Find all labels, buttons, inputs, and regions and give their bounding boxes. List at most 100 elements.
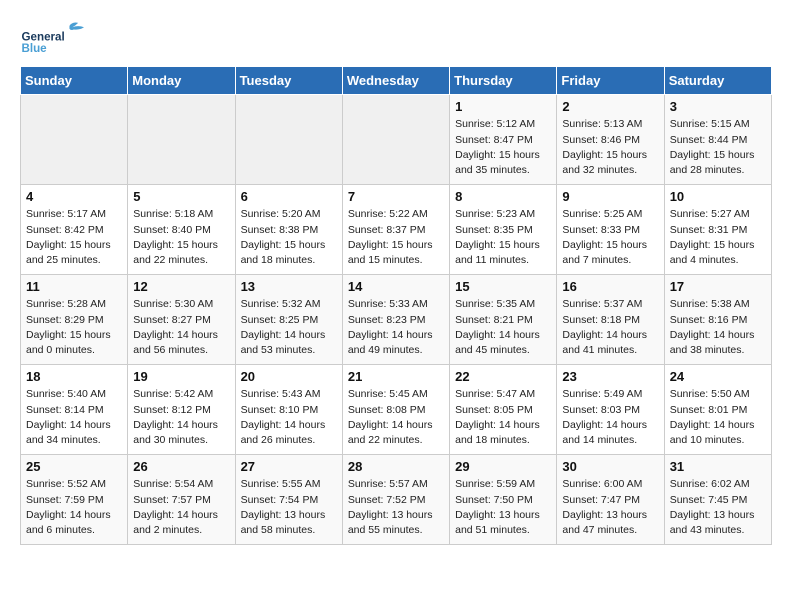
day-number: 7 <box>348 189 444 204</box>
calendar-cell: 29 Sunrise: 5:59 AMSunset: 7:50 PMDayligh… <box>450 455 557 545</box>
calendar-cell: 12 Sunrise: 5:30 AMSunset: 8:27 PMDayligh… <box>128 275 235 365</box>
calendar-week-row: 25 Sunrise: 5:52 AMSunset: 7:59 PMDayligh… <box>21 455 772 545</box>
day-info: Sunrise: 5:32 AMSunset: 8:25 PMDaylight:… <box>241 297 337 358</box>
calendar-cell: 8 Sunrise: 5:23 AMSunset: 8:35 PMDaylight… <box>450 185 557 275</box>
day-number: 23 <box>562 369 658 384</box>
logo-svg: General Blue <box>20 20 100 56</box>
day-number: 29 <box>455 459 551 474</box>
calendar-cell: 15 Sunrise: 5:35 AMSunset: 8:21 PMDayligh… <box>450 275 557 365</box>
calendar-cell: 20 Sunrise: 5:43 AMSunset: 8:10 PMDayligh… <box>235 365 342 455</box>
calendar-week-row: 4Sunrise: 5:17 AMSunset: 8:42 PMDaylight… <box>21 185 772 275</box>
day-number: 21 <box>348 369 444 384</box>
day-number: 25 <box>26 459 122 474</box>
day-number: 11 <box>26 279 122 294</box>
calendar-cell: 7 Sunrise: 5:22 AMSunset: 8:37 PMDaylight… <box>342 185 449 275</box>
calendar-cell: 24 Sunrise: 5:50 AMSunset: 8:01 PMDayligh… <box>664 365 771 455</box>
day-info: Sunrise: 5:25 AMSunset: 8:33 PMDaylight:… <box>562 207 658 268</box>
day-info: Sunrise: 5:27 AMSunset: 8:31 PMDaylight:… <box>670 207 766 268</box>
day-number: 26 <box>133 459 229 474</box>
calendar-cell: 3Sunrise: 5:15 AMSunset: 8:44 PMDaylight… <box>664 95 771 185</box>
day-number: 10 <box>670 189 766 204</box>
day-number: 4 <box>26 189 122 204</box>
day-number: 13 <box>241 279 337 294</box>
calendar-table: SundayMondayTuesdayWednesdayThursdayFrid… <box>20 66 772 545</box>
calendar-cell: 22Sunrise: 5:47 AMSunset: 8:05 PMDayligh… <box>450 365 557 455</box>
day-info: Sunrise: 6:00 AMSunset: 7:47 PMDaylight:… <box>562 477 658 538</box>
day-info: Sunrise: 5:18 AMSunset: 8:40 PMDaylight:… <box>133 207 229 268</box>
calendar-cell: 18 Sunrise: 5:40 AMSunset: 8:14 PMDayligh… <box>21 365 128 455</box>
day-info: Sunrise: 5:35 AMSunset: 8:21 PMDaylight:… <box>455 297 551 358</box>
day-number: 20 <box>241 369 337 384</box>
day-info: Sunrise: 5:50 AMSunset: 8:01 PMDaylight:… <box>670 387 766 448</box>
calendar-body: 1 Sunrise: 5:12 AMSunset: 8:47 PMDaylight… <box>21 95 772 545</box>
calendar-cell: 6Sunrise: 5:20 AMSunset: 8:38 PMDaylight… <box>235 185 342 275</box>
header-cell-monday: Monday <box>128 67 235 95</box>
calendar-cell: 25 Sunrise: 5:52 AMSunset: 7:59 PMDayligh… <box>21 455 128 545</box>
calendar-cell: 2 Sunrise: 5:13 AMSunset: 8:46 PMDaylight… <box>557 95 664 185</box>
calendar-cell: 4Sunrise: 5:17 AMSunset: 8:42 PMDaylight… <box>21 185 128 275</box>
day-info: Sunrise: 5:23 AMSunset: 8:35 PMDaylight:… <box>455 207 551 268</box>
day-info: Sunrise: 5:40 AMSunset: 8:14 PMDaylight:… <box>26 387 122 448</box>
calendar-cell: 23Sunrise: 5:49 AMSunset: 8:03 PMDayligh… <box>557 365 664 455</box>
day-info: Sunrise: 5:38 AMSunset: 8:16 PMDaylight:… <box>670 297 766 358</box>
page-header: General Blue <box>20 20 772 56</box>
day-number: 30 <box>562 459 658 474</box>
calendar-cell: 28Sunrise: 5:57 AMSunset: 7:52 PMDayligh… <box>342 455 449 545</box>
day-info: Sunrise: 5:22 AMSunset: 8:37 PMDaylight:… <box>348 207 444 268</box>
day-info: Sunrise: 5:33 AMSunset: 8:23 PMDaylight:… <box>348 297 444 358</box>
day-info: Sunrise: 5:37 AMSunset: 8:18 PMDaylight:… <box>562 297 658 358</box>
svg-text:Blue: Blue <box>21 42 47 55</box>
day-info: Sunrise: 5:57 AMSunset: 7:52 PMDaylight:… <box>348 477 444 538</box>
calendar-week-row: 1 Sunrise: 5:12 AMSunset: 8:47 PMDaylight… <box>21 95 772 185</box>
calendar-cell: 27 Sunrise: 5:55 AMSunset: 7:54 PMDayligh… <box>235 455 342 545</box>
calendar-cell: 30 Sunrise: 6:00 AMSunset: 7:47 PMDayligh… <box>557 455 664 545</box>
day-number: 27 <box>241 459 337 474</box>
day-info: Sunrise: 5:20 AMSunset: 8:38 PMDaylight:… <box>241 207 337 268</box>
day-info: Sunrise: 5:59 AMSunset: 7:50 PMDaylight:… <box>455 477 551 538</box>
calendar-cell: 5 Sunrise: 5:18 AMSunset: 8:40 PMDaylight… <box>128 185 235 275</box>
day-info: Sunrise: 5:55 AMSunset: 7:54 PMDaylight:… <box>241 477 337 538</box>
day-number: 24 <box>670 369 766 384</box>
day-info: Sunrise: 5:47 AMSunset: 8:05 PMDaylight:… <box>455 387 551 448</box>
day-number: 14 <box>348 279 444 294</box>
day-info: Sunrise: 5:13 AMSunset: 8:46 PMDaylight:… <box>562 117 658 178</box>
calendar-cell: 16 Sunrise: 5:37 AMSunset: 8:18 PMDayligh… <box>557 275 664 365</box>
day-number: 1 <box>455 99 551 114</box>
day-number: 12 <box>133 279 229 294</box>
calendar-week-row: 11Sunrise: 5:28 AMSunset: 8:29 PMDayligh… <box>21 275 772 365</box>
day-number: 16 <box>562 279 658 294</box>
calendar-week-row: 18 Sunrise: 5:40 AMSunset: 8:14 PMDayligh… <box>21 365 772 455</box>
calendar-header: SundayMondayTuesdayWednesdayThursdayFrid… <box>21 67 772 95</box>
header-cell-saturday: Saturday <box>664 67 771 95</box>
day-info: Sunrise: 5:12 AMSunset: 8:47 PMDaylight:… <box>455 117 551 178</box>
header-cell-sunday: Sunday <box>21 67 128 95</box>
calendar-cell: 21Sunrise: 5:45 AMSunset: 8:08 PMDayligh… <box>342 365 449 455</box>
calendar-cell <box>235 95 342 185</box>
calendar-cell: 11Sunrise: 5:28 AMSunset: 8:29 PMDayligh… <box>21 275 128 365</box>
calendar-cell: 1 Sunrise: 5:12 AMSunset: 8:47 PMDaylight… <box>450 95 557 185</box>
header-cell-tuesday: Tuesday <box>235 67 342 95</box>
calendar-cell: 10 Sunrise: 5:27 AMSunset: 8:31 PMDayligh… <box>664 185 771 275</box>
header-cell-friday: Friday <box>557 67 664 95</box>
day-info: Sunrise: 6:02 AMSunset: 7:45 PMDaylight:… <box>670 477 766 538</box>
calendar-cell <box>128 95 235 185</box>
day-number: 2 <box>562 99 658 114</box>
header-cell-wednesday: Wednesday <box>342 67 449 95</box>
day-number: 8 <box>455 189 551 204</box>
day-info: Sunrise: 5:42 AMSunset: 8:12 PMDaylight:… <box>133 387 229 448</box>
calendar-cell <box>21 95 128 185</box>
day-info: Sunrise: 5:30 AMSunset: 8:27 PMDaylight:… <box>133 297 229 358</box>
calendar-cell <box>342 95 449 185</box>
day-number: 31 <box>670 459 766 474</box>
day-number: 9 <box>562 189 658 204</box>
header-row: SundayMondayTuesdayWednesdayThursdayFrid… <box>21 67 772 95</box>
day-info: Sunrise: 5:52 AMSunset: 7:59 PMDaylight:… <box>26 477 122 538</box>
calendar-cell: 17Sunrise: 5:38 AMSunset: 8:16 PMDayligh… <box>664 275 771 365</box>
calendar-cell: 26Sunrise: 5:54 AMSunset: 7:57 PMDayligh… <box>128 455 235 545</box>
day-info: Sunrise: 5:43 AMSunset: 8:10 PMDaylight:… <box>241 387 337 448</box>
day-number: 5 <box>133 189 229 204</box>
day-number: 15 <box>455 279 551 294</box>
calendar-cell: 13 Sunrise: 5:32 AMSunset: 8:25 PMDayligh… <box>235 275 342 365</box>
day-number: 3 <box>670 99 766 114</box>
day-number: 18 <box>26 369 122 384</box>
